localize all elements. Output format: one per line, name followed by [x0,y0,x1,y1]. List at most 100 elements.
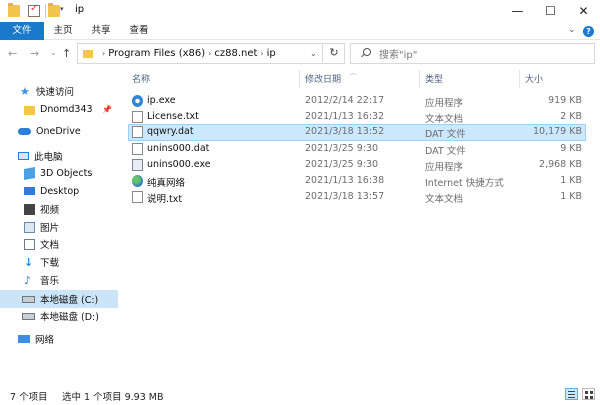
sidebar-item-local-disk-d[interactable]: 本地磁盘 (D:) [0,307,118,325]
new-folder-icon[interactable] [48,3,60,17]
recent-locations-button[interactable]: ⌄ [50,48,57,57]
sidebar-item-label: Dnomd343 [40,103,93,115]
picture-icon [24,221,35,233]
status-bar: 7 个项目 选中 1 个项目 9.93 MB [0,383,600,405]
forward-button[interactable]: → [30,47,39,60]
file-type: 文本文档 [425,114,464,125]
expand-ribbon-icon[interactable]: ⌄ [568,25,576,35]
star-icon: ★ [20,84,30,98]
large-icons-view-button[interactable] [582,388,595,400]
computer-icon [18,152,29,160]
column-header-name[interactable]: 名称 [132,72,150,86]
file-size: 2 KB [560,111,582,122]
sidebar-item-network[interactable]: 网络 [0,330,118,348]
text-file-icon [132,111,143,123]
tab-view[interactable]: 查看 [124,22,154,40]
file-type: DAT 文件 [425,146,466,157]
sidebar-item-music[interactable]: ♪ 音乐 [0,271,118,289]
item-count: 7 个项目 [10,392,48,403]
folder-icon [83,49,93,58]
navigation-pane: ★ 快速访问 Dnomd343 📌 OneDrive 此电脑 3D Object… [0,68,118,383]
sidebar-item-label: 快速访问 [36,87,75,98]
help-icon[interactable]: ? [583,26,594,37]
file-date: 2021/1/13 16:32 [305,111,385,122]
window-title: ip [75,4,85,15]
file-type: 文本文档 [425,194,464,205]
file-type: 应用程序 [425,98,464,109]
sidebar-item-label: Desktop [40,185,80,197]
file-row[interactable]: License.txt 2021/1/13 16:32 文本文档 2 KB [128,109,586,125]
sidebar-item-3d-objects[interactable]: 3D Objects [0,164,118,182]
quick-access-toolbar-dropdown[interactable]: ▾ [60,5,64,13]
column-header-size[interactable]: 大小 [525,72,543,86]
sidebar-item-pictures[interactable]: 图片 [0,218,118,236]
tab-file[interactable]: 文件 [0,22,44,40]
sidebar-item-label: 视频 [40,205,60,216]
file-row[interactable]: qqwry.dat 2021/3/18 13:52 DAT 文件 10,179 … [128,124,586,141]
drive-icon [22,312,35,320]
file-row[interactable]: 纯真网络 2021/1/13 16:38 Internet 快捷方式 1 KB [128,173,586,189]
close-button[interactable]: ✕ [567,0,600,22]
selection-info: 选中 1 个项目 9.93 MB [62,392,164,403]
address-bar[interactable]: › Program Files (x86) › cz88.net › ip ⌄ [77,43,345,64]
sidebar-item-local-disk-c[interactable]: 本地磁盘 (C:) [0,290,118,308]
sidebar-item-quick-access[interactable]: ★ 快速访问 [0,82,118,100]
breadcrumb-separator[interactable]: › [260,49,263,58]
web-shortcut-icon [132,175,143,187]
maximize-button[interactable]: ☐ [534,0,567,22]
breadcrumb-separator[interactable]: › [102,49,105,58]
back-button[interactable]: ← [8,47,17,60]
search-box[interactable]: 搜索"ip" [350,43,595,64]
file-name: unins000.exe [147,159,211,170]
file-date: 2021/3/25 9:30 [305,159,379,170]
file-size: 1 KB [560,175,582,186]
up-button[interactable]: ↑ [62,47,71,60]
properties-icon[interactable] [28,3,40,17]
sidebar-item-dnomd343[interactable]: Dnomd343 📌 [0,100,118,118]
file-row[interactable]: unins000.dat 2021/3/25 9:30 DAT 文件 9 KB [128,141,586,157]
file-row[interactable]: unins000.exe 2021/3/25 9:30 应用程序 2,968 K… [128,157,586,173]
sidebar-item-label: 下载 [40,258,60,269]
minimize-button[interactable]: — [501,0,534,22]
folder-icon [8,3,20,17]
sidebar-item-videos[interactable]: 视频 [0,200,118,218]
column-header-type[interactable]: 类型 [425,72,443,86]
tab-share[interactable]: 共享 [86,22,116,40]
column-divider[interactable] [299,70,300,88]
folder-icon [24,105,35,115]
sidebar-item-downloads[interactable]: ↓ 下载 [0,253,118,271]
details-view-button[interactable] [565,388,578,400]
video-icon [24,203,35,215]
column-divider[interactable] [519,70,520,88]
breadcrumb-separator[interactable]: › [208,49,211,58]
desktop-icon [24,187,35,195]
refresh-button[interactable]: ↻ [322,43,345,62]
tab-home[interactable]: 主页 [48,22,78,40]
sidebar-item-onedrive[interactable]: OneDrive [0,122,118,140]
file-row[interactable]: 说明.txt 2021/3/18 13:57 文本文档 1 KB [128,189,586,205]
sidebar-item-label: 文档 [40,240,60,251]
address-dropdown-icon[interactable]: ⌄ [310,49,317,58]
sidebar-item-documents[interactable]: 文档 [0,235,118,253]
file-size: 2,968 KB [539,159,582,170]
document-icon [24,238,35,250]
search-input[interactable]: 搜索"ip" [379,46,417,61]
exe-icon [132,95,143,107]
file-date: 2021/3/18 13:57 [305,191,385,202]
search-icon [360,48,371,59]
download-icon: ↓ [24,255,34,269]
sidebar-item-label: OneDrive [36,125,81,137]
pin-icon[interactable]: 📌 [102,105,112,114]
file-row[interactable]: ip.exe 2012/2/14 22:17 应用程序 919 KB [128,93,586,109]
breadcrumb-cz88[interactable]: cz88.net [214,48,257,59]
column-header-date[interactable]: 修改日期 [305,72,341,86]
sidebar-item-this-pc[interactable]: 此电脑 [0,147,118,165]
drive-icon [22,295,35,303]
title-bar: ▾ ip — ☐ ✕ [0,0,600,22]
column-divider[interactable] [419,70,420,88]
file-name: ip.exe [147,95,176,106]
sidebar-item-label: 本地磁盘 (D:) [40,312,99,323]
breadcrumb-program-files[interactable]: Program Files (x86) [108,48,205,59]
sidebar-item-desktop[interactable]: Desktop [0,182,118,200]
breadcrumb-ip[interactable]: ip [267,48,276,59]
